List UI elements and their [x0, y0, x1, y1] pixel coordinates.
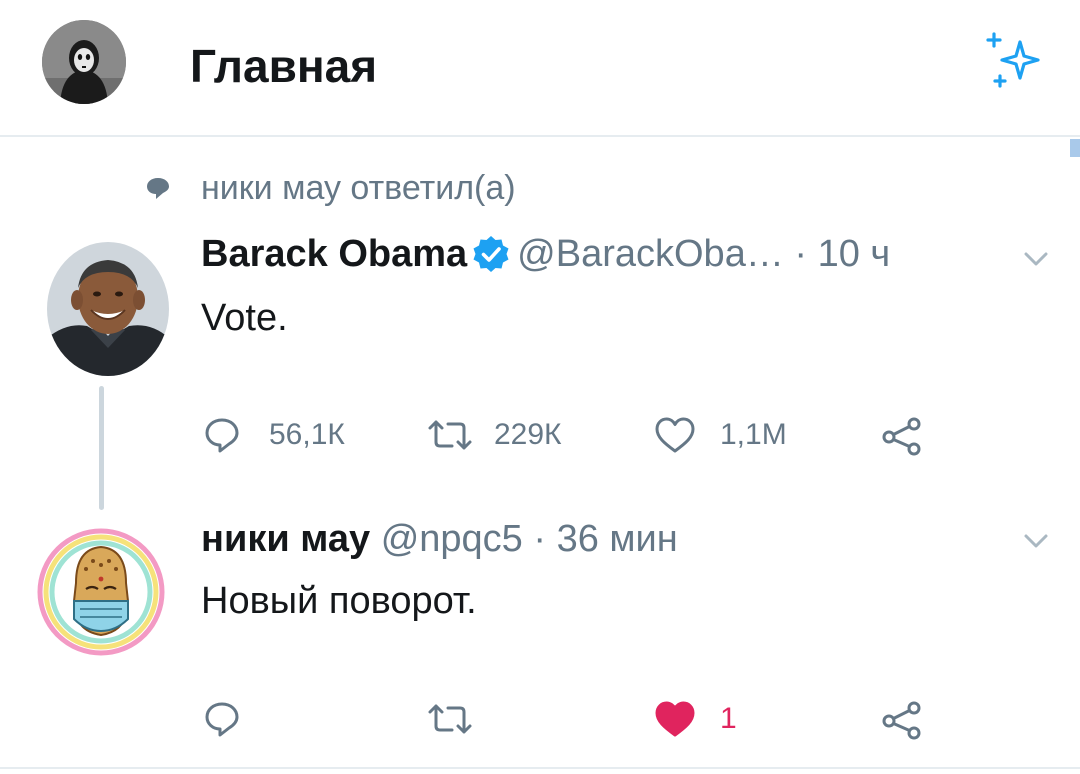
scroll-indicator: [1070, 139, 1080, 157]
page-title: Главная: [190, 40, 378, 92]
thread-connector-line: [99, 386, 104, 510]
retweet-button[interactable]: 229К: [426, 410, 586, 460]
tweet-avatar-niki[interactable]: [36, 527, 166, 657]
tweet-timestamp[interactable]: 10 ч: [818, 233, 891, 275]
heart-filled-icon: [655, 701, 695, 737]
retweet-button[interactable]: [426, 694, 586, 744]
share-icon: [882, 701, 921, 740]
like-button[interactable]: 1: [654, 694, 814, 744]
share-icon: [882, 417, 921, 456]
speech-bubble-icon: [147, 178, 169, 199]
divider: [0, 767, 1080, 769]
buddha-mask-avatar: [36, 527, 166, 657]
retweet-icon: [428, 704, 472, 734]
like-count: 1: [720, 702, 737, 735]
share-button[interactable]: [880, 694, 930, 744]
retweet-count: 229К: [494, 418, 562, 451]
reply-icon: [205, 418, 239, 453]
reply-context-text: ники мау ответил(а): [201, 169, 516, 207]
author-handle[interactable]: @BarackOba…: [517, 233, 784, 275]
reply-icon: [205, 702, 239, 737]
author-handle[interactable]: @npqc5: [381, 518, 523, 560]
tweet-header: ники мау @npqc5 · 36 мин: [201, 517, 678, 561]
chevron-down-icon[interactable]: [1022, 250, 1050, 268]
tweet-text: Новый поворот.: [201, 580, 477, 622]
author-name[interactable]: Barack Obama: [201, 233, 467, 275]
heart-outline-icon: [655, 417, 695, 453]
share-button[interactable]: [880, 410, 930, 460]
author-name[interactable]: ники мау: [201, 518, 370, 560]
like-button[interactable]: 1,1М: [654, 410, 814, 460]
top-app-bar: Главная: [0, 0, 1080, 137]
time-separator: ·: [533, 518, 547, 560]
hooded-figure-avatar-icon: [42, 20, 126, 104]
time-separator: ·: [794, 233, 808, 275]
retweet-icon: [428, 420, 472, 450]
tweet-actions: 1: [0, 694, 1080, 744]
tweet-text: Vote.: [201, 297, 288, 339]
verified-badge-icon: [473, 235, 509, 272]
profile-avatar[interactable]: [42, 20, 126, 104]
sparkle-icon[interactable]: [982, 30, 1048, 92]
tweet-actions: 56,1К 229К 1,1М: [0, 410, 1080, 460]
reply-button[interactable]: [203, 694, 363, 744]
tweet-timestamp[interactable]: 36 мин: [557, 518, 678, 560]
reply-count: 56,1К: [269, 418, 345, 451]
chevron-down-icon[interactable]: [1022, 532, 1050, 550]
tweet-header: Barack Obama @BarackOba… · 10 ч: [201, 232, 890, 276]
reply-button[interactable]: 56,1К: [203, 410, 363, 460]
tweet-avatar-obama[interactable]: [47, 242, 169, 376]
like-count: 1,1М: [720, 418, 787, 451]
person-photo-avatar: [47, 242, 169, 376]
